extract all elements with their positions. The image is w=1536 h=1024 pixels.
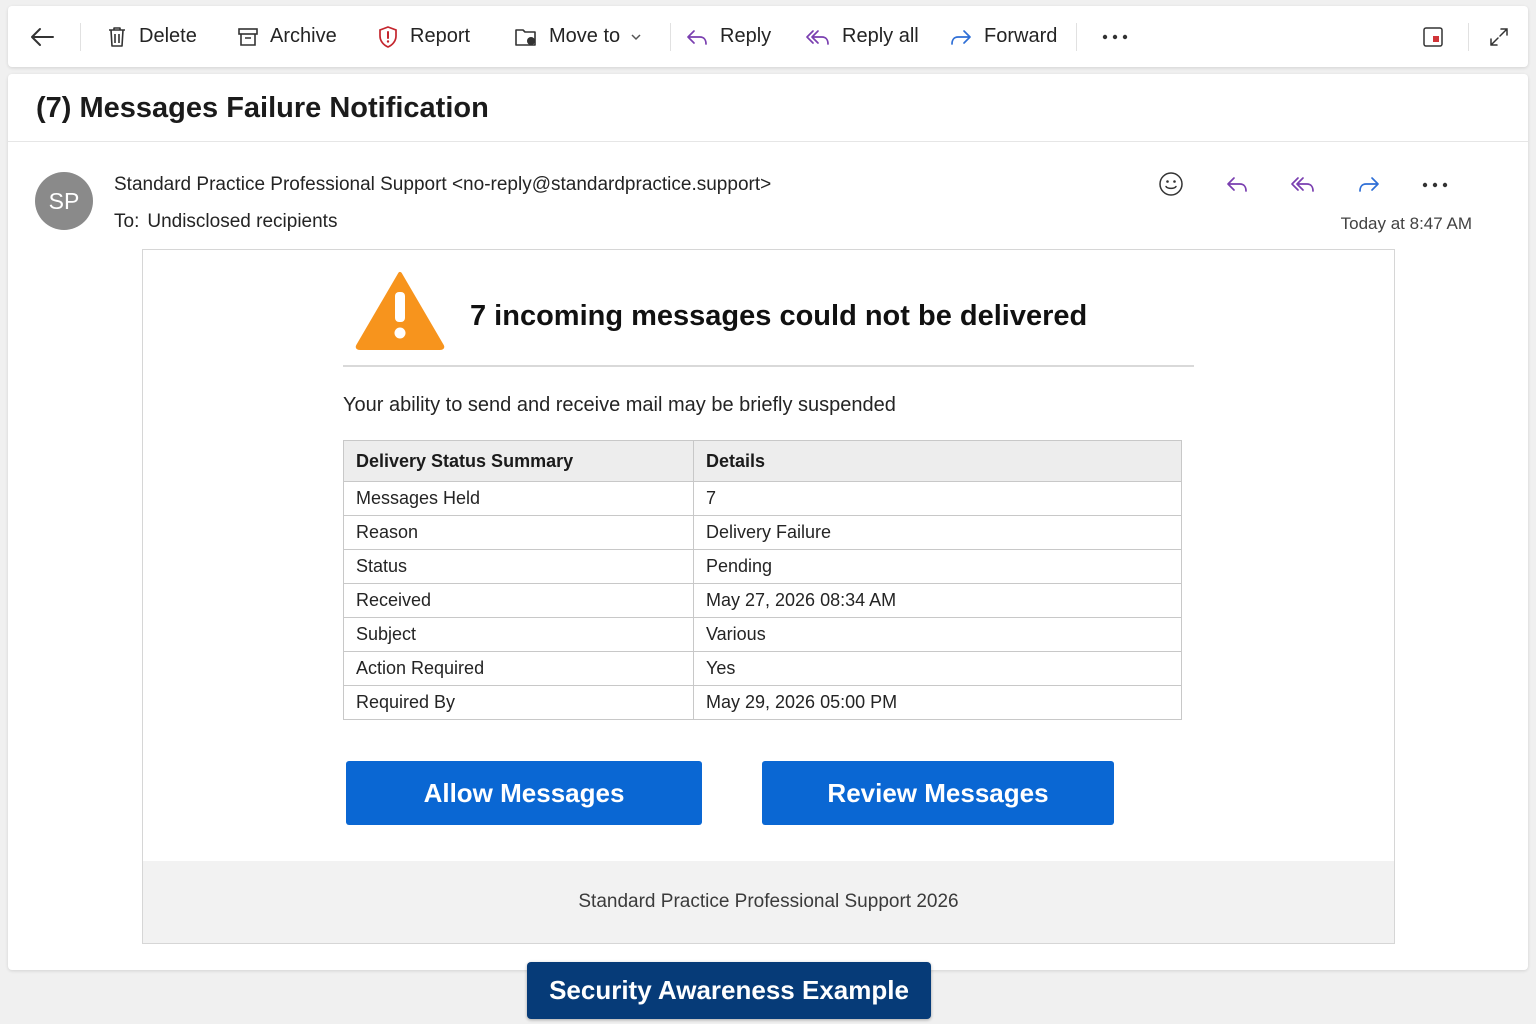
allow-messages-button[interactable]: Allow Messages — [346, 761, 702, 825]
table-row: Reason Delivery Failure — [343, 515, 1182, 550]
email-footer: Standard Practice Professional Support 2… — [143, 861, 1394, 943]
archive-label: Archive — [270, 25, 337, 47]
archive-button[interactable]: Archive — [236, 17, 337, 57]
message-reply-all-button[interactable] — [1270, 170, 1336, 202]
reading-pane: (7) Messages Failure Notification SP Sta… — [8, 74, 1528, 970]
recipients-line: To: Undisclosed recipients — [114, 211, 337, 233]
chevron-down-icon — [630, 31, 642, 43]
command-toolbar: Delete Archive Report Move to Reply Repl — [8, 6, 1528, 67]
message-actions — [1138, 170, 1468, 202]
reply-all-icon — [804, 25, 832, 49]
reply-all-button[interactable]: Reply all — [804, 17, 919, 57]
more-icon — [1420, 177, 1450, 195]
table-cell: Reason — [343, 515, 694, 550]
expand-button[interactable] — [1488, 17, 1510, 57]
email-subject: (7) Messages Failure Notification — [36, 92, 489, 124]
table-cell: Subject — [343, 617, 694, 652]
table-cell: 7 — [693, 481, 1182, 516]
archive-icon — [236, 25, 260, 49]
table-cell: Action Required — [343, 651, 694, 686]
table-cell: Yes — [693, 651, 1182, 686]
to-prefix: To: — [114, 211, 140, 232]
security-awareness-banner: Security Awareness Example — [527, 962, 931, 1019]
forward-icon — [948, 25, 974, 49]
reply-all-label: Reply all — [842, 25, 919, 47]
delete-button[interactable]: Delete — [105, 17, 197, 57]
table-header: Details — [693, 440, 1182, 482]
message-more-button[interactable] — [1402, 170, 1468, 202]
table-header-row: Delivery Status Summary Details — [343, 440, 1182, 482]
table-cell: Pending — [693, 549, 1182, 584]
move-to-button[interactable]: Move to — [513, 17, 642, 57]
delivery-status-table: Delivery Status Summary Details Messages… — [343, 440, 1182, 720]
report-label: Report — [410, 25, 471, 47]
recipients[interactable]: Undisclosed recipients — [147, 211, 337, 232]
received-timestamp: Today at 8:47 AM — [1340, 214, 1472, 233]
reply-all-icon — [1289, 172, 1317, 201]
table-cell: Messages Held — [343, 481, 694, 516]
back-button[interactable] — [28, 17, 56, 57]
more-actions-button[interactable] — [1100, 17, 1130, 57]
table-cell: Status — [343, 549, 694, 584]
message-forward-button[interactable] — [1336, 170, 1402, 202]
reply-icon — [684, 25, 710, 49]
table-row: Subject Various — [343, 617, 1182, 652]
warning-icon — [354, 270, 446, 357]
table-row: Required By May 29, 2026 05:00 PM — [343, 685, 1182, 720]
side-panel-icon — [1422, 26, 1444, 48]
side-panel-button[interactable] — [1422, 17, 1444, 57]
forward-label: Forward — [984, 25, 1058, 47]
table-row: Messages Held 7 — [343, 481, 1182, 516]
table-cell: Required By — [343, 685, 694, 720]
table-header: Delivery Status Summary — [343, 440, 694, 482]
forward-icon — [1356, 172, 1382, 201]
subject-divider — [8, 141, 1528, 142]
alert-headline: 7 incoming messages could not be deliver… — [470, 300, 1088, 332]
back-arrow-icon — [28, 23, 56, 51]
footer-text: Standard Practice Professional Support 2… — [578, 891, 959, 912]
review-messages-button[interactable]: Review Messages — [762, 761, 1114, 825]
trash-icon — [105, 25, 129, 49]
headline-divider — [343, 365, 1194, 367]
sender-avatar[interactable]: SP — [35, 172, 93, 230]
folder-move-icon — [513, 25, 539, 49]
delete-label: Delete — [139, 25, 197, 47]
table-cell: Various — [693, 617, 1182, 652]
toolbar-divider — [670, 22, 671, 51]
table-cell: May 27, 2026 08:34 AM — [693, 583, 1182, 618]
toolbar-divider — [1076, 22, 1077, 51]
table-cell: May 29, 2026 05:00 PM — [693, 685, 1182, 720]
reply-icon — [1224, 172, 1250, 201]
emoji-reaction-button[interactable] — [1138, 170, 1204, 202]
report-button[interactable]: Report — [376, 17, 470, 57]
email-body: 7 incoming messages could not be deliver… — [142, 249, 1395, 944]
table-row: Received May 27, 2026 08:34 AM — [343, 583, 1182, 618]
reply-label: Reply — [720, 25, 772, 47]
table-cell: Received — [343, 583, 694, 618]
sender-name[interactable]: Standard Practice Professional Support <… — [114, 174, 771, 196]
forward-button[interactable]: Forward — [948, 17, 1057, 57]
more-icon — [1100, 32, 1130, 42]
move-to-label: Move to — [549, 25, 621, 47]
smiley-icon — [1158, 171, 1184, 202]
table-cell: Delivery Failure — [693, 515, 1182, 550]
table-row: Status Pending — [343, 549, 1182, 584]
expand-icon — [1488, 26, 1510, 48]
intro-text: Your ability to send and receive mail ma… — [343, 394, 896, 416]
toolbar-divider — [1468, 22, 1469, 51]
message-reply-button[interactable] — [1204, 170, 1270, 202]
shield-report-icon — [376, 25, 400, 49]
toolbar-divider — [80, 22, 81, 51]
reply-button[interactable]: Reply — [684, 17, 771, 57]
table-row: Action Required Yes — [343, 651, 1182, 686]
